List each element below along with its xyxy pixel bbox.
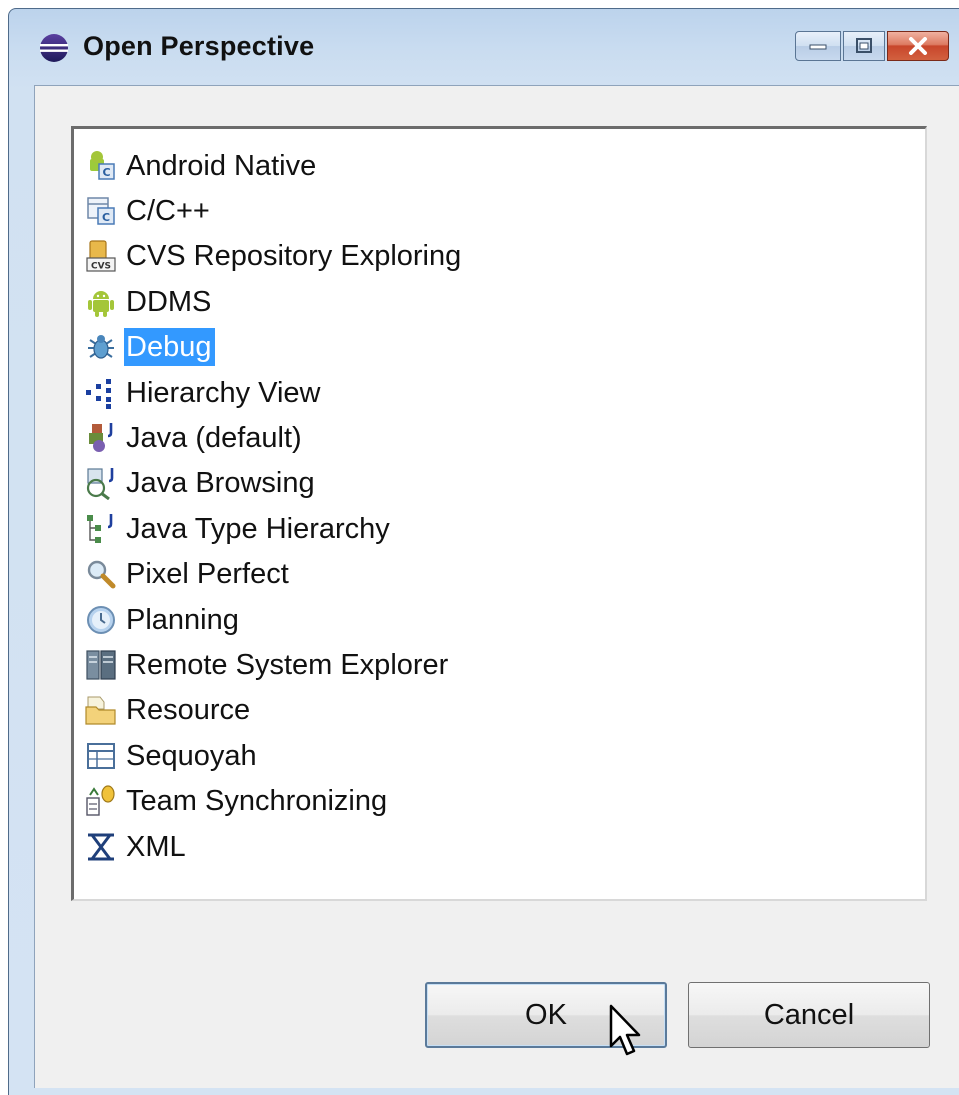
perspective-item-label: Pixel Perfect [126, 558, 289, 591]
dialog-client-area: C Android Native C C/C++ CVS CVS Repository E… [34, 85, 959, 1088]
android-native-icon: C [82, 147, 120, 185]
magnifier-icon [82, 555, 120, 593]
perspective-item-label: Java Browsing [126, 467, 315, 500]
perspective-item-label: Java Type Hierarchy [126, 512, 390, 545]
svg-text:CVS: CVS [91, 262, 111, 272]
perspective-item-label: Java (default) [126, 422, 302, 455]
perspective-item-label: CVS Repository Exploring [126, 240, 462, 273]
perspective-item-label: Sequoyah [126, 739, 257, 772]
perspective-item-resource[interactable]: Resource [82, 688, 465, 733]
xml-icon [82, 828, 120, 866]
perspective-item-label: Debug [124, 328, 216, 367]
dialog-title: Open Perspective [83, 31, 315, 61]
perspective-list-items: C Android Native C C/C++ CVS CVS Repository E… [82, 143, 465, 869]
perspective-item-sequoyah[interactable]: Sequoyah [82, 733, 465, 778]
cancel-button[interactable]: Cancel [688, 982, 930, 1048]
minimize-button[interactable] [795, 31, 841, 61]
perspective-item-label: Team Synchronizing [126, 785, 388, 818]
title-bar[interactable]: Open Perspective [9, 9, 959, 85]
dialog-window: Open Perspective C Android Native C C/C+… [8, 8, 959, 1095]
team-sync-icon [82, 782, 120, 820]
perspective-item-xml[interactable]: XML [82, 824, 465, 869]
svg-text:C: C [102, 166, 110, 179]
perspective-item-label: Hierarchy View [126, 376, 321, 409]
cpp-icon: C [82, 192, 120, 230]
android-robot-icon [82, 283, 120, 321]
cvs-icon: CVS [82, 237, 120, 275]
eclipse-icon [40, 34, 68, 62]
perspective-item-label: Planning [126, 603, 239, 636]
perspective-item-label: Android Native [126, 149, 317, 182]
perspective-item-ddms[interactable]: DDMS [82, 279, 465, 324]
perspective-item-cvs-repository-exploring[interactable]: CVS CVS Repository Exploring [82, 234, 465, 279]
perspective-item-java-browsing[interactable]: Java Browsing [82, 461, 465, 506]
java-browsing-icon [82, 464, 120, 502]
perspective-item-c-c[interactable]: C C/C++ [82, 188, 465, 233]
perspective-item-pixel-perfect[interactable]: Pixel Perfect [82, 552, 465, 597]
perspective-item-hierarchy-view[interactable]: Hierarchy View [82, 370, 465, 415]
close-button[interactable] [887, 31, 949, 61]
table-icon [82, 737, 120, 775]
perspective-item-team-synchronizing[interactable]: Team Synchronizing [82, 778, 465, 823]
caption-buttons [793, 31, 949, 61]
minimize-icon [809, 44, 827, 50]
maximize-icon [856, 38, 872, 53]
hierarchy-view-icon [82, 374, 120, 412]
perspective-item-java-default[interactable]: Java (default) [82, 415, 465, 460]
perspective-item-label: Resource [126, 694, 251, 727]
perspective-item-java-type-hierarchy[interactable]: Java Type Hierarchy [82, 506, 465, 551]
svg-text:C: C [102, 211, 110, 224]
maximize-button[interactable] [843, 31, 885, 61]
java-type-hierarchy-icon [82, 510, 120, 548]
perspective-item-debug[interactable]: Debug [82, 325, 465, 370]
perspective-list[interactable]: C Android Native C C/C++ CVS CVS Repository E… [71, 126, 927, 901]
clock-icon [82, 601, 120, 639]
java-icon [82, 419, 120, 457]
perspective-item-label: Remote System Explorer [126, 648, 449, 681]
folder-icon [82, 691, 120, 729]
bug-icon [82, 328, 120, 366]
perspective-item-label: C/C++ [126, 195, 210, 228]
perspective-item-remote-system-explorer[interactable]: Remote System Explorer [82, 642, 465, 687]
perspective-item-planning[interactable]: Planning [82, 597, 465, 642]
perspective-item-label: XML [126, 830, 186, 863]
close-icon [909, 37, 927, 55]
remote-system-icon [82, 646, 120, 684]
perspective-item-android-native[interactable]: C Android Native [82, 143, 465, 188]
perspective-item-label: DDMS [126, 285, 212, 318]
mouse-pointer-icon [609, 1004, 641, 1056]
